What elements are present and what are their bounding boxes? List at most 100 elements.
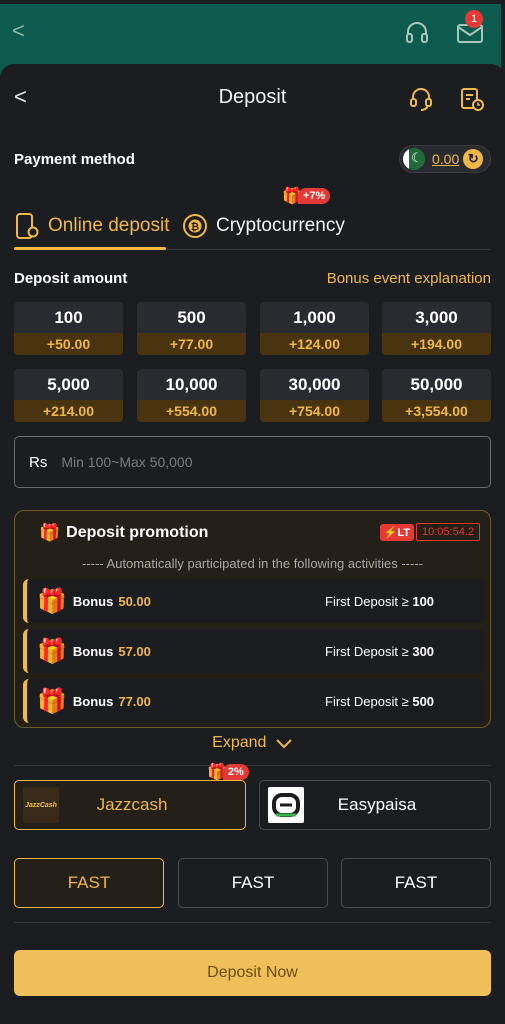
bonus-value: 57.00	[118, 643, 151, 659]
amount-bonus: +3,554.00	[382, 400, 491, 422]
easypaisa-e-icon	[272, 793, 300, 817]
promotion-title: 🎁 Deposit promotion	[39, 523, 208, 543]
mail-count-badge: 1	[465, 10, 483, 28]
jazzcash-bonus-percent: 2%	[222, 764, 249, 780]
promotion-row: 🎁 Bonus 50.00 First Deposit ≥ 100	[23, 579, 484, 623]
deposit-promotion-panel: 🎁 Deposit promotion ⚡LT 10:05:54.2 -----…	[14, 510, 491, 728]
expand-label: Expand	[212, 734, 267, 751]
amount-value: 10,000	[165, 374, 218, 394]
bonus-condition: First Deposit ≥ 500	[325, 694, 434, 709]
condition-text: First Deposit ≥	[325, 593, 409, 609]
deposit-tabs: Online deposit ₿ Cryptocurrency	[14, 204, 491, 250]
bonus-condition: First Deposit ≥ 100	[325, 594, 434, 609]
currency-prefix: Rs	[29, 453, 48, 471]
promotion-row: 🎁 Bonus 77.00 First Deposit ≥ 500	[23, 679, 484, 723]
expand-button[interactable]: Expand	[0, 734, 505, 752]
bonus-label: Bonus	[72, 693, 114, 709]
promotion-subtitle: ----- Automatically participated in the …	[82, 556, 423, 571]
deposit-now-button[interactable]: Deposit Now	[14, 950, 491, 996]
customer-service-icon[interactable]	[408, 86, 434, 112]
promotion-title-text: Deposit promotion	[66, 524, 209, 541]
gift-box-icon: 🎁	[37, 637, 67, 665]
amount-bonus: +214.00	[14, 400, 123, 422]
amount-value: 100	[54, 307, 83, 327]
bonus-label: Bonus	[72, 643, 114, 659]
speed-option[interactable]: FAST	[14, 858, 164, 908]
amount-value: 30,000	[288, 374, 341, 394]
background-back-icon[interactable]: <	[12, 18, 25, 44]
phone-icon	[16, 213, 39, 239]
divider	[14, 765, 491, 766]
jazzcash-bonus-tag: 🎁 2%	[207, 762, 249, 782]
lightning-lt-badge: ⚡LT	[379, 523, 414, 541]
tab-cryptocurrency[interactable]: ₿ Cryptocurrency	[182, 204, 345, 248]
jazzcash-logo-icon: JazzCash	[23, 787, 59, 823]
svg-text:₿: ₿	[191, 221, 199, 233]
amount-input-box: Rs	[14, 436, 491, 488]
amount-option[interactable]: 1,000 +124.00	[260, 302, 369, 355]
balance-value: 0.00	[432, 151, 460, 167]
refresh-icon[interactable]: ↻	[463, 149, 484, 169]
pakistan-flag-icon	[403, 148, 425, 170]
tab-online-deposit-label: Online deposit	[48, 215, 170, 236]
easypaisa-logo-icon	[268, 787, 304, 823]
crypto-coin-icon: ₿	[183, 214, 207, 238]
amount-option[interactable]: 3,000 +194.00	[382, 302, 491, 355]
amount-bonus: +754.00	[260, 400, 369, 422]
amount-bonus: +50.00	[14, 333, 123, 355]
condition-text: First Deposit ≥	[325, 643, 409, 659]
amount-option[interactable]: 30,000 +754.00	[260, 369, 369, 422]
amount-bonus: +124.00	[260, 333, 369, 355]
gift-box-icon: 🎁	[37, 587, 67, 615]
amount-value: 500	[177, 307, 206, 327]
divider	[14, 922, 491, 923]
speed-option[interactable]: FAST	[178, 858, 328, 908]
bonus-condition: First Deposit ≥ 300	[325, 644, 434, 659]
tab-cryptocurrency-label: Cryptocurrency	[216, 215, 345, 236]
amount-option[interactable]: 10,000 +554.00	[137, 369, 246, 422]
amount-option[interactable]: 100 +50.00	[14, 302, 123, 355]
channel-easypaisa[interactable]: Easypaisa	[259, 780, 491, 830]
sheet-header: < Deposit	[0, 64, 505, 132]
amount-value: 50,000	[410, 374, 463, 394]
jazzcash-logo-text: JazzCash	[25, 801, 57, 809]
deposit-sheet: < Deposit Payment method 0.00 ↻ Online d…	[0, 64, 505, 1024]
amount-bonus: +77.00	[137, 333, 246, 355]
limited-time-timer: ⚡LT 10:05:54.2	[379, 523, 480, 541]
bonus-value: 77.00	[118, 693, 151, 709]
promotion-row: 🎁 Bonus 57.00 First Deposit ≥ 300	[23, 629, 484, 673]
balance-pill[interactable]: 0.00 ↻	[399, 145, 491, 173]
amount-option[interactable]: 50,000 +3,554.00	[382, 369, 491, 422]
condition-threshold: 300	[412, 643, 435, 659]
lt-badge-text: LT	[397, 526, 410, 539]
bonus-label: Bonus	[72, 593, 114, 609]
channel-jazzcash[interactable]: JazzCash Jazzcash	[14, 780, 246, 830]
amount-input[interactable]	[61, 454, 422, 470]
chevron-down-icon	[276, 739, 292, 749]
deposit-amount-label: Deposit amount	[14, 270, 128, 287]
amount-value: 3,000	[415, 307, 458, 327]
amount-value: 5,000	[47, 374, 90, 394]
bonus-explanation-link[interactable]: Bonus event explanation	[327, 270, 491, 287]
countdown-timer: 10:05:54.2	[416, 523, 480, 541]
amount-option[interactable]: 500 +77.00	[137, 302, 246, 355]
bonus-value: 50.00	[118, 593, 151, 609]
channel-name: Jazzcash	[96, 795, 168, 814]
condition-threshold: 100	[412, 593, 435, 609]
crypto-bonus-percent: +7%	[297, 188, 331, 204]
background-headset-icon[interactable]	[404, 20, 430, 46]
condition-threshold: 500	[412, 693, 435, 709]
amount-option[interactable]: 5,000 +214.00	[14, 369, 123, 422]
gift-icon: 🎁	[39, 523, 61, 542]
tab-online-deposit[interactable]: Online deposit	[14, 204, 170, 250]
crypto-bonus-tag: 🎁 +7%	[282, 186, 331, 206]
channel-name: Easypaisa	[337, 795, 417, 814]
deposit-history-icon[interactable]	[459, 86, 485, 112]
amount-bonus: +194.00	[382, 333, 491, 355]
amount-bonus: +554.00	[137, 400, 246, 422]
condition-text: First Deposit ≥	[325, 693, 409, 709]
speed-option[interactable]: FAST	[341, 858, 491, 908]
payment-method-label: Payment method	[14, 151, 135, 168]
gift-box-icon: 🎁	[37, 687, 67, 715]
amount-value: 1,000	[293, 307, 336, 327]
